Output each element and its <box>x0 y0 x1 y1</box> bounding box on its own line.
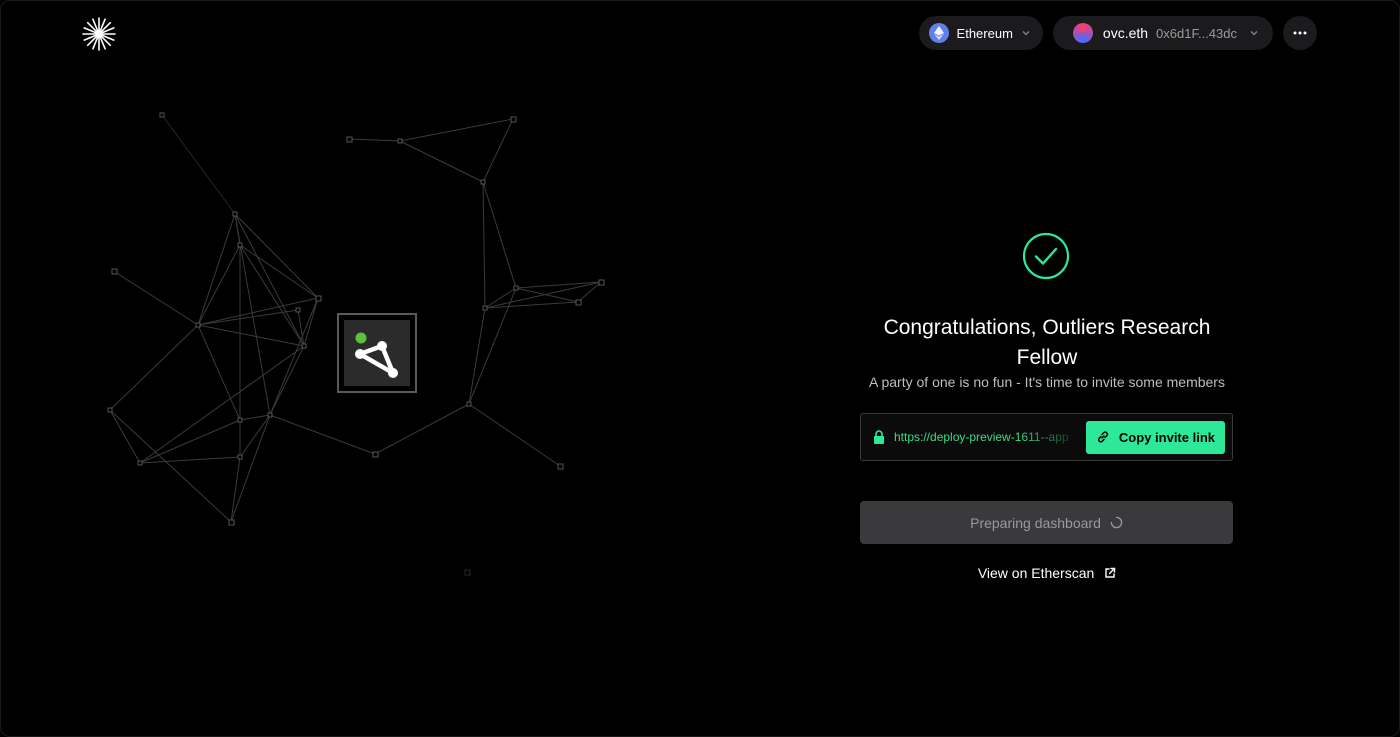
chevron-down-icon <box>1250 31 1258 36</box>
selected-node[interactable] <box>337 313 417 393</box>
check-circle-icon <box>1022 232 1070 280</box>
preparing-dashboard-button[interactable]: Preparing dashboard <box>860 501 1233 544</box>
copy-invite-link-label: Copy invite link <box>1118 429 1215 445</box>
avatar-icon <box>1072 23 1093 43</box>
top-bar: Ethereum ovc.eth 0x6d1F...43dc <box>918 16 1317 50</box>
network-graph <box>107 112 605 576</box>
account-ens: ovc.eth <box>1102 25 1149 41</box>
external-link-icon <box>1105 567 1116 578</box>
ethereum-icon <box>928 23 949 43</box>
account-address: 0x6d1F...43dc <box>1156 25 1237 41</box>
preparing-dashboard-label: Preparing dashboard <box>970 514 1101 531</box>
network-label: Ethereum <box>956 25 1013 41</box>
invite-link-field: https://deploy-preview-1611--app Copy in… <box>860 413 1233 461</box>
more-dots-icon <box>1293 31 1307 35</box>
more-button[interactable] <box>1283 16 1317 50</box>
invite-url[interactable]: https://deploy-preview-1611--app <box>894 430 1086 444</box>
network-selector[interactable]: Ethereum <box>918 16 1043 50</box>
share-node-icon <box>344 320 410 386</box>
view-on-etherscan-link[interactable]: View on Etherscan <box>860 565 1234 581</box>
copy-invite-link-button[interactable]: Copy invite link <box>1085 420 1225 454</box>
lock-icon <box>874 430 884 444</box>
chevron-down-icon <box>1022 31 1030 36</box>
link-icon <box>1097 431 1108 443</box>
page-subtitle: A party of one is no fun - It's time to … <box>869 374 1225 390</box>
spinner-icon <box>1110 516 1123 529</box>
page-title: Congratulations, Outliers Research Fello… <box>883 316 1211 369</box>
etherscan-label: View on Etherscan <box>977 565 1095 581</box>
account-selector[interactable]: ovc.eth 0x6d1F...43dc <box>1052 16 1273 50</box>
